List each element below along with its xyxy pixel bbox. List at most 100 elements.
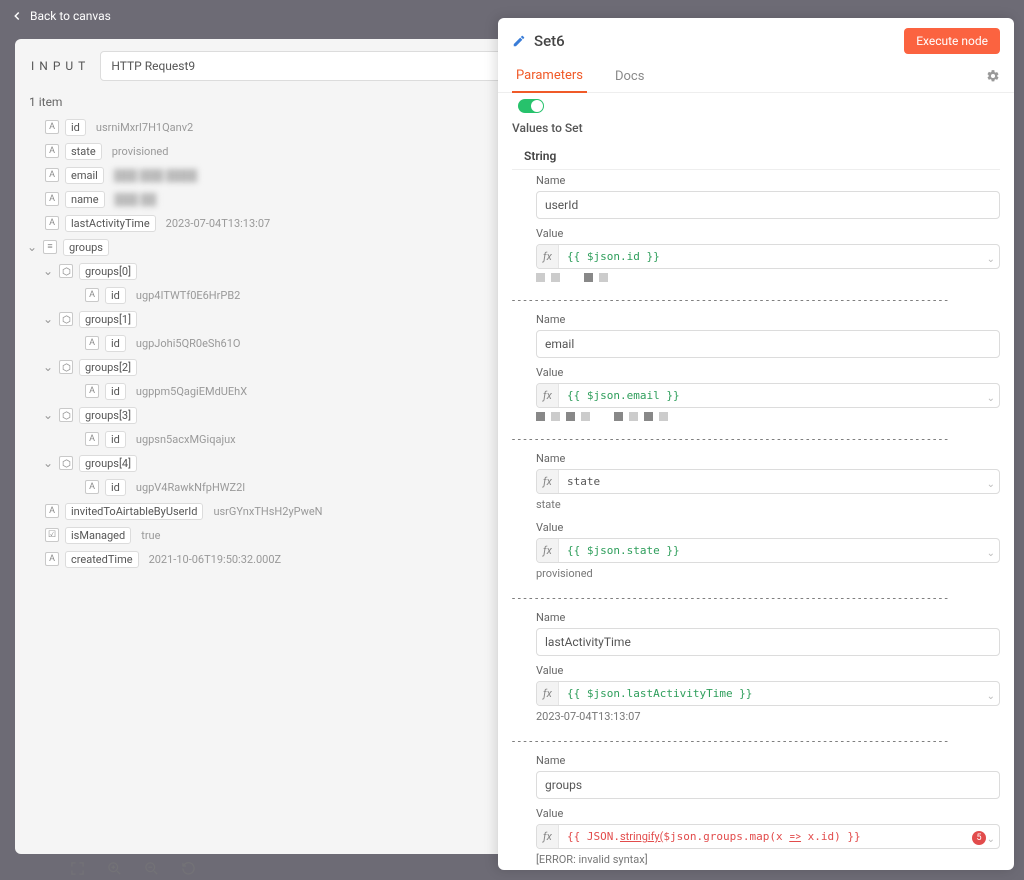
field-key[interactable]: groups[1] <box>79 311 137 328</box>
field-key[interactable]: groups[4] <box>79 455 137 472</box>
field-key[interactable]: id <box>105 335 126 352</box>
value-expr-userid[interactable]: ƒx {{ $json.id }} ⌄ <box>536 244 1000 269</box>
expand-icon[interactable]: ⌄ <box>987 479 995 490</box>
expand-icon[interactable]: ⌄ <box>987 548 995 559</box>
string-group-header: String <box>512 143 1000 170</box>
field-key[interactable]: groups[2] <box>79 359 137 376</box>
expand-icon[interactable]: ⌄ <box>987 691 995 702</box>
expand-icon[interactable]: ⌄ <box>987 254 995 265</box>
preview-text: 2023-07-04T13:13:07 <box>536 706 1000 725</box>
field-key[interactable]: groups[0] <box>79 263 137 280</box>
expand-icon[interactable]: ⌄ <box>987 834 995 845</box>
field-key[interactable]: createdTime <box>65 551 139 568</box>
type-icon: A <box>85 288 99 302</box>
field-key[interactable]: groups <box>63 239 109 256</box>
chevron-down-icon[interactable]: ⌄ <box>43 360 53 374</box>
value-expr-groups[interactable]: ƒx {{ JSON.stringify($json.groups.map(x … <box>536 824 1000 849</box>
field-value: ugpV4RawkNfpHWZ2l <box>132 481 245 494</box>
fx-icon: ƒx <box>537 245 559 268</box>
divider: - - - - - - - - - - - - - - - - - - - - … <box>512 586 1000 607</box>
name-input-email[interactable] <box>536 330 1000 358</box>
object-icon <box>59 312 73 326</box>
gear-icon[interactable] <box>986 61 1000 91</box>
field-key[interactable]: lastActivityTime <box>65 215 156 232</box>
tab-docs[interactable]: Docs <box>611 61 648 92</box>
type-icon: A <box>85 336 99 350</box>
zoom-in-icon[interactable] <box>107 861 122 876</box>
list-icon <box>43 240 57 254</box>
field-key[interactable]: id <box>65 119 86 136</box>
node-settings-panel: Set6 Execute node Parameters Docs Values… <box>498 18 1014 870</box>
value-expr-email[interactable]: ƒx {{ $json.email }} ⌄ <box>536 383 1000 408</box>
preview-text: provisioned <box>536 563 1000 582</box>
field-value: ugpsn5acxMGiqajux <box>132 433 236 446</box>
field-key[interactable]: email <box>65 167 104 184</box>
value-label: Value <box>536 366 1000 379</box>
name-label: Name <box>536 452 1000 465</box>
type-icon: A <box>45 216 59 230</box>
type-icon: A <box>85 384 99 398</box>
chevron-down-icon[interactable]: ⌄ <box>43 456 53 470</box>
field-key[interactable]: invitedToAirtableByUserId <box>65 503 203 520</box>
field-key[interactable]: state <box>65 143 102 160</box>
expression-text: {{ $json.id }} <box>559 245 999 268</box>
chevron-down-icon[interactable]: ⌄ <box>43 264 53 278</box>
expression-text: {{ JSON.stringify($json.groups.map(x => … <box>559 825 999 848</box>
input-source-value: HTTP Request9 <box>111 59 195 73</box>
object-icon <box>59 456 73 470</box>
expression-text: {{ $json.state }} <box>559 539 999 562</box>
fx-icon: ƒx <box>537 470 559 493</box>
name-expr-state[interactable]: ƒx state ⌄ <box>536 469 1000 494</box>
field-value: ugp4ITWTf0E6HrPB2 <box>132 289 240 302</box>
fx-icon: ƒx <box>537 682 559 705</box>
value-expr-lastactivity[interactable]: ƒx {{ $json.lastActivityTime }} ⌄ <box>536 681 1000 706</box>
value-label: Value <box>536 664 1000 677</box>
divider: - - - - - - - - - - - - - - - - - - - - … <box>512 729 1000 750</box>
divider: - - - - - - - - - - - - - - - - - - - - … <box>512 427 1000 448</box>
name-input-groups[interactable] <box>536 771 1000 799</box>
field-key[interactable]: groups[3] <box>79 407 137 424</box>
execute-node-button[interactable]: Execute node <box>904 28 1000 54</box>
preview-pixels <box>536 408 1000 423</box>
field-key[interactable]: id <box>105 287 126 304</box>
undo-icon[interactable] <box>181 861 196 876</box>
field-value: ███ ███ ████ <box>110 169 197 182</box>
expression-text: state <box>559 470 999 493</box>
fx-icon: ƒx <box>537 825 559 848</box>
name-label: Name <box>536 313 1000 326</box>
field-value: provisioned <box>108 145 169 158</box>
input-label: INPUT <box>27 59 90 73</box>
field-key[interactable]: id <box>105 383 126 400</box>
field-key[interactable]: isManaged <box>65 527 131 544</box>
chevron-down-icon[interactable]: ⌄ <box>43 312 53 326</box>
expand-icon[interactable]: ⌄ <box>987 393 995 404</box>
fit-view-icon[interactable] <box>70 861 85 876</box>
canvas-tools <box>70 861 196 876</box>
chevron-down-icon[interactable]: ⌄ <box>43 408 53 422</box>
back-to-canvas-link[interactable]: Back to canvas <box>30 9 111 23</box>
type-icon: A <box>45 552 59 566</box>
name-label: Name <box>536 611 1000 624</box>
tab-parameters[interactable]: Parameters <box>512 60 587 93</box>
field-value: ███ ██ <box>111 193 157 206</box>
value-expr-state[interactable]: ƒx {{ $json.state }} ⌄ <box>536 538 1000 563</box>
field-key[interactable]: id <box>105 479 126 496</box>
name-input-userid[interactable] <box>536 191 1000 219</box>
fx-icon: ƒx <box>537 384 559 407</box>
field-value: usrniMxrI7H1Qanv2 <box>92 121 193 134</box>
type-icon: A <box>45 504 59 518</box>
name-input-lastactivity[interactable] <box>536 628 1000 656</box>
object-icon <box>59 264 73 278</box>
field-key[interactable]: name <box>65 191 105 208</box>
object-icon <box>59 360 73 374</box>
field-value: ugpJohi5QR0eSh61O <box>132 337 241 350</box>
chevron-down-icon[interactable]: ⌄ <box>27 240 37 254</box>
field-value: true <box>137 529 160 542</box>
name-label: Name <box>536 174 1000 187</box>
field-key[interactable]: id <box>105 431 126 448</box>
keep-only-set-toggle[interactable] <box>518 99 544 113</box>
zoom-out-icon[interactable] <box>144 861 159 876</box>
error-count-badge: 5 <box>972 831 986 845</box>
back-arrow-icon[interactable] <box>10 9 24 23</box>
field-value: 2023-07-04T13:13:07 <box>162 217 271 230</box>
